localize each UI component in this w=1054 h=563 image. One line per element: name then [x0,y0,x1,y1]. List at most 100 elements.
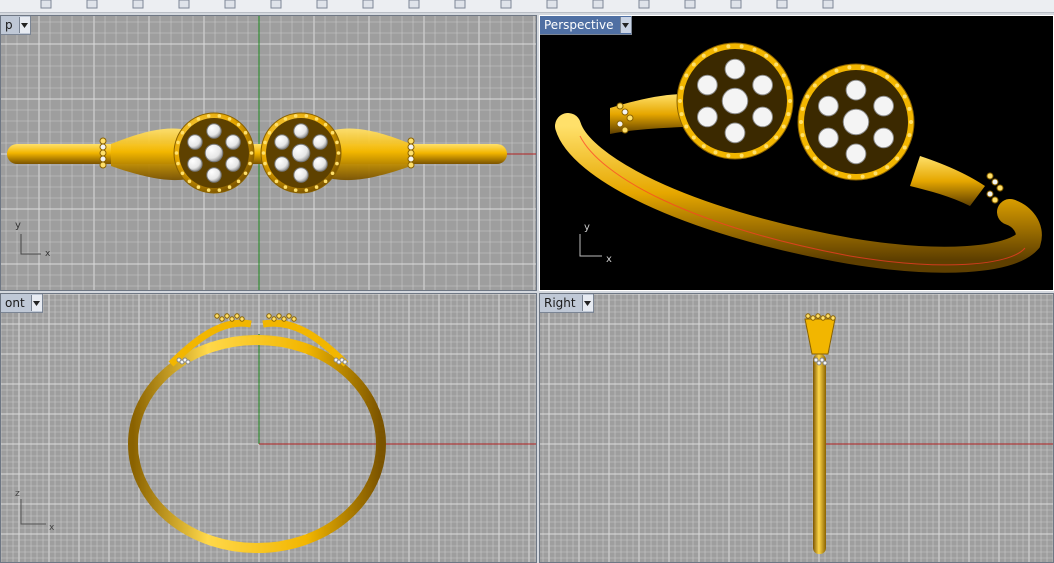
prong [217,114,222,118]
prong [909,120,913,124]
undo-icon[interactable] [40,0,52,10]
prong [330,171,335,176]
prong [860,174,865,179]
prong [873,68,878,73]
prong [206,188,211,192]
prong [834,68,839,73]
dropdown-arrow-icon[interactable] [581,295,593,311]
side-stone [621,126,629,134]
select-icon[interactable] [224,0,236,10]
zoom-selected-icon[interactable] [546,0,558,10]
prong [701,53,706,58]
side-stone [407,155,415,163]
prong [830,315,836,321]
prong [885,165,890,170]
zoom-window-icon[interactable] [454,0,466,10]
axis-label-x: x [606,254,612,265]
viewport-title-perspective[interactable]: Perspective [540,16,632,35]
axis-gizmo [579,234,602,257]
prong [799,120,803,124]
prong [174,151,179,155]
lasso-icon[interactable] [270,0,282,10]
prong [701,144,706,149]
prong [234,313,240,319]
dropdown-arrow-icon[interactable] [619,17,631,33]
prong [679,112,684,117]
prong [847,65,852,70]
help-icon[interactable] [822,0,834,10]
viewport-right[interactable]: Right [539,293,1054,563]
render-icon[interactable] [638,0,650,10]
prong [286,313,292,319]
side-stone [991,196,999,204]
viewport-title-label: Right [544,296,576,310]
prong [314,117,319,121]
zoom-extents-icon[interactable] [500,0,512,10]
prong [281,316,287,322]
viewport-title-front[interactable]: ont [1,294,43,313]
side-stone [986,190,994,198]
prong [691,62,696,67]
prong [206,114,211,118]
gem [187,156,203,172]
viewport-top[interactable]: y x p [0,15,537,291]
prong [180,171,185,176]
viewport-front[interactable]: z x ont [0,293,537,563]
prong [323,122,328,127]
prong [248,140,252,145]
gem [818,95,839,117]
prong [291,316,297,322]
dropdown-arrow-icon[interactable] [30,295,42,311]
side-stone [986,172,994,180]
viewport-title-top[interactable]: p [1,16,31,35]
side-stone [626,114,634,122]
side-stone [342,359,348,365]
prong [227,185,232,189]
prong [895,83,900,88]
copy-icon[interactable] [132,0,144,10]
side-stone [407,143,415,151]
prong [820,315,826,321]
prong [739,44,744,49]
gem [187,134,203,150]
viewport-perspective[interactable]: y x Perspective [539,15,1054,291]
prong [263,140,267,145]
prong [684,124,689,129]
paste-icon[interactable] [178,0,190,10]
prong [810,315,816,321]
pan-icon[interactable] [316,0,328,10]
gem [873,127,894,149]
options-icon[interactable] [776,0,788,10]
prong [236,179,241,184]
gem-center [842,108,870,136]
prong [261,151,266,155]
dropdown-arrow-icon[interactable] [18,17,30,33]
prong [684,73,689,78]
prong [726,44,731,49]
gem [752,74,773,96]
rotate-icon[interactable] [362,0,374,10]
zoom-icon[interactable] [408,0,420,10]
gem [293,167,309,183]
shade-icon[interactable] [592,0,604,10]
properties-icon[interactable] [730,0,742,10]
prong [187,122,192,127]
prong [304,114,309,118]
layer-icon[interactable] [684,0,696,10]
prong [834,171,839,176]
prong [805,94,810,99]
redo-icon[interactable] [86,0,98,10]
prong [335,161,339,166]
axis-label-x: x [45,249,51,259]
prong [196,185,201,189]
gem [206,123,222,139]
prong [224,313,230,319]
prong [907,106,912,111]
prong [323,179,328,184]
gem [697,74,718,96]
prong [214,313,220,319]
prong [800,106,805,111]
side-stone [99,149,107,157]
viewport-title-right[interactable]: Right [540,294,594,313]
gem [274,156,290,172]
